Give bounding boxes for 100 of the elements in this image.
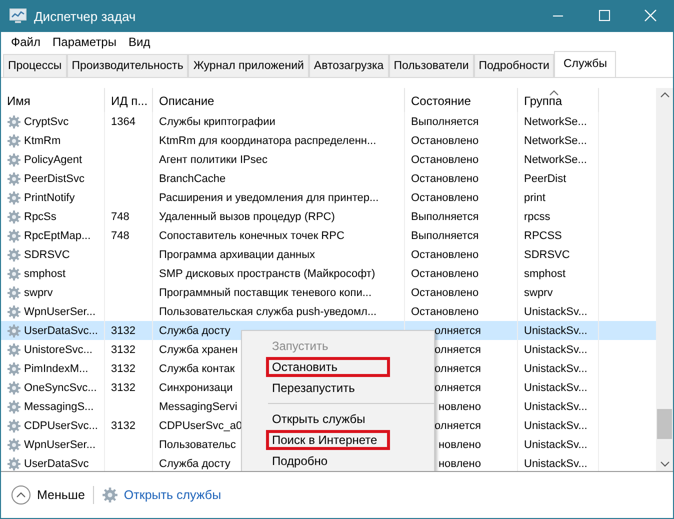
table-cell: UnistackSv... <box>524 400 588 412</box>
table-cell: Остановлено <box>411 172 479 184</box>
tab[interactable]: Производительность <box>66 54 188 77</box>
table-cell: Программный поставщик теневого копи... <box>159 286 372 298</box>
table-cell: RpcEptMap... <box>24 230 91 242</box>
table-cell-text: олняется <box>434 420 481 432</box>
table-cell-text: олняется <box>434 382 481 394</box>
table-cell: PeerDistSvc <box>24 172 85 184</box>
gear-icon <box>7 324 21 338</box>
table-row[interactable]: swprv Программный поставщик теневого копи... Остановлено swprv <box>1 283 656 302</box>
table-cell: SDRSVC <box>524 248 570 260</box>
table-cell: NetworkSe... <box>524 134 587 146</box>
scrollbar[interactable] <box>656 88 673 471</box>
column-header[interactable]: Имя <box>1 88 105 112</box>
gear-icon <box>7 362 21 376</box>
table-cell: UnistackSv... <box>524 458 588 470</box>
table-cell: Остановлено <box>411 154 479 166</box>
table-cell: RpcSs <box>24 210 56 222</box>
table-row[interactable]: PrintNotify Расширения и уведомления для принтер... Остановлено print <box>1 188 656 207</box>
table-cell: NetworkSe... <box>524 116 587 128</box>
column-header[interactable]: Состояние <box>405 88 518 112</box>
table-cell: rpcss <box>524 210 550 222</box>
table-row[interactable]: PolicyAgent Агент политики IPsec Остановлено NetworkSe... <box>1 150 656 169</box>
context-menu-item[interactable]: Остановить <box>266 357 390 377</box>
tab[interactable]: Журнал приложений <box>188 54 309 77</box>
gear-icon <box>7 266 21 280</box>
table-cell: UnistackSv... <box>524 324 588 336</box>
menu-item[interactable]: Параметры <box>46 35 122 49</box>
table-cell: CryptSvc <box>24 116 69 128</box>
table-row[interactable]: RpcEptMap... 748 Сопоставитель конечных точек RPC Выполняется RPCSS <box>1 226 656 245</box>
table-cell: MessagingS... <box>24 400 94 412</box>
table-cell: KtmRm <box>24 134 61 146</box>
column-header[interactable]: Группа <box>518 88 599 112</box>
gear-icon <box>7 286 21 300</box>
menu-item[interactable]: Файл <box>5 35 47 49</box>
tab[interactable]: Автозагрузка <box>308 54 389 77</box>
gear-icon <box>7 380 21 394</box>
context-menu-item[interactable]: Поиск в Интернете <box>266 430 390 450</box>
tab[interactable]: Службы <box>554 51 616 77</box>
fewer-details-button[interactable]: Меньше <box>11 485 85 505</box>
table-cell: CDPUserSvc... <box>24 420 98 432</box>
table-cell: Агент политики IPsec <box>159 154 268 166</box>
context-menu-item[interactable]: Перезапустить <box>242 378 434 398</box>
table-cell: swprv <box>524 286 553 298</box>
table-cell: Остановлено <box>411 306 479 318</box>
gear-icon <box>7 172 21 186</box>
table-cell: NetworkSe... <box>524 154 587 166</box>
table-cell-text: новлено <box>437 458 481 470</box>
table-row[interactable]: SDRSVC Программа архивации данных Остановлено SDRSVC <box>1 245 656 264</box>
table-cell: Служба контак <box>159 362 235 374</box>
table-cell-text: олняется <box>434 362 481 374</box>
table-cell: RPCSS <box>524 230 562 242</box>
gear-icon <box>7 210 21 224</box>
gear-icon <box>7 304 21 318</box>
scroll-down-icon[interactable] <box>660 461 670 467</box>
table-cell: PeerDist <box>524 172 566 184</box>
context-menu-item[interactable]: Открыть службы <box>242 409 434 429</box>
table-row[interactable]: PeerDistSvc BranchCache Остановлено PeerDist <box>1 169 656 188</box>
table-cell-text: новлено <box>437 400 481 412</box>
table-cell: 3132 <box>111 344 136 356</box>
table-cell: Служба хранен <box>159 344 238 356</box>
column-header[interactable]: Описание <box>153 88 405 112</box>
table-cell: Служба досту <box>159 458 230 470</box>
table-cell: UnistackSv... <box>524 438 588 450</box>
table-row[interactable]: RpcSs 748 Удаленный вызов процедур (RPC) Выполняется rpcss <box>1 207 656 226</box>
table-row[interactable]: CryptSvc 1364 Службы криптографии Выполняется NetworkSe... <box>1 112 656 131</box>
table-cell: Службы криптографии <box>159 116 276 128</box>
table-cell: Выполняется <box>411 210 479 222</box>
table-cell: smphost <box>24 268 66 280</box>
table-cell: WpnUserSer... <box>24 438 96 450</box>
tab[interactable]: Пользователи <box>388 54 474 77</box>
table-cell: CDPUserSvc_a0 <box>159 420 242 432</box>
sort-icon <box>549 90 559 96</box>
gear-icon <box>7 134 21 148</box>
scroll-thumb[interactable] <box>657 409 672 439</box>
table-cell: 748 <box>111 230 130 242</box>
tab[interactable]: Подробности <box>474 54 554 77</box>
table-cell: BranchCache <box>159 172 226 184</box>
table-cell: UnistackSv... <box>524 344 588 356</box>
table-row[interactable]: smphost SMP дисковых пространств (Майкрософт) Остановлено smphost <box>1 264 656 283</box>
table-cell: UnistackSv... <box>524 382 588 394</box>
tab[interactable]: Процессы <box>3 54 67 77</box>
table-cell: Синхронизаци <box>159 382 233 394</box>
monitor-icon <box>9 8 27 24</box>
table-cell: Пользовательс <box>159 438 236 450</box>
table-cell: 3132 <box>111 362 136 374</box>
table-cell: UnistackSv... <box>524 306 588 318</box>
table-cell: UnistackSv... <box>524 420 588 432</box>
table-row[interactable]: KtmRm KtmRm для координатора распределенн... Остановлено NetworkSe... <box>1 131 656 150</box>
table-cell: Остановлено <box>411 192 479 204</box>
context-menu-item[interactable]: Подробно <box>242 451 434 471</box>
table-cell-text: олняется <box>434 344 481 356</box>
column-header[interactable]: ИД п... <box>105 88 153 112</box>
table-cell: Программа архивации данных <box>159 248 316 260</box>
table-cell: 3132 <box>111 324 136 336</box>
menu-item[interactable]: Вид <box>122 35 156 49</box>
scroll-up-icon[interactable] <box>660 92 670 98</box>
gear-icon <box>7 228 21 242</box>
gear-icon <box>7 456 21 470</box>
open-services-link[interactable]: Открыть службы <box>124 488 222 502</box>
